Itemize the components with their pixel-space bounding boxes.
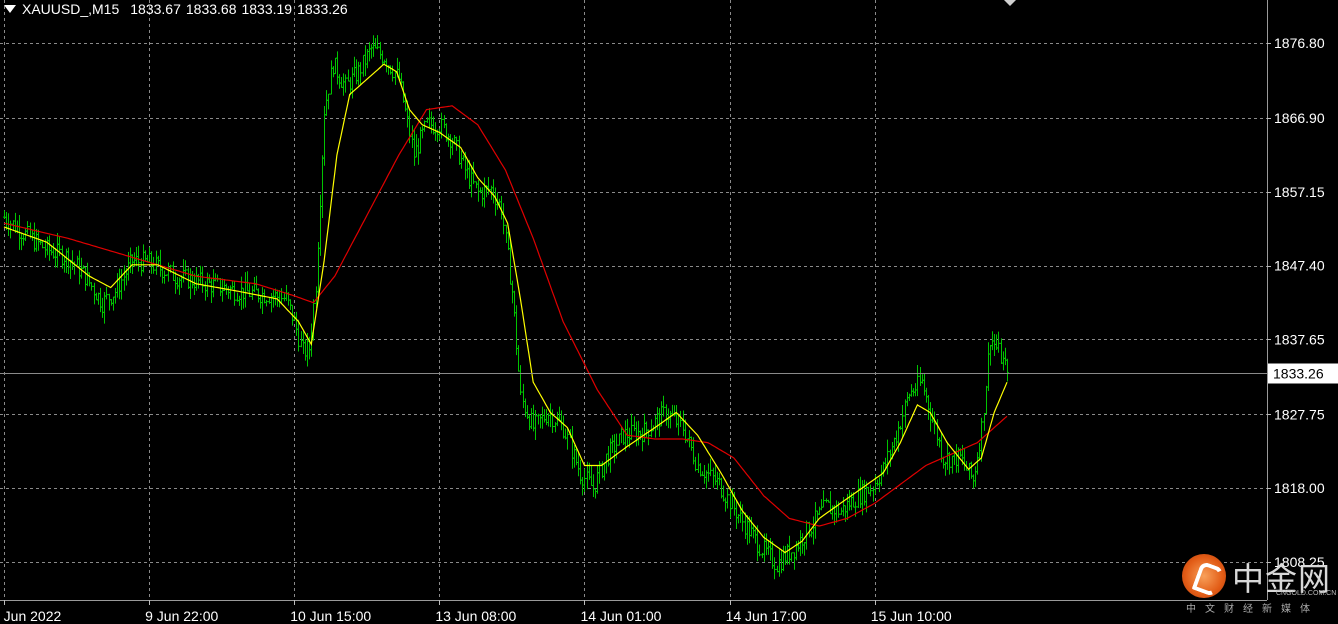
high-value: 1833.68 xyxy=(185,1,237,17)
low-value: 1833.19 xyxy=(241,1,293,17)
y-tick-label: 1857.15 xyxy=(1274,184,1325,200)
y-tick-label: 1847.40 xyxy=(1274,258,1325,274)
y-tick-label: 1827.75 xyxy=(1274,406,1325,422)
dropdown-triangle-icon[interactable] xyxy=(4,5,16,13)
price-axis[interactable]: 1876.80 1866.90 1857.15 1847.40 1837.65 1827.… xyxy=(1267,35,1338,570)
current-price-tag-label: 1833.26 xyxy=(1273,366,1324,382)
x-tick-label: 9 Jun 22:00 xyxy=(145,608,218,624)
x-tick-label: 14 Jun 17:00 xyxy=(726,608,807,624)
watermark: 中金网 CNGOLD.COM.CN 中文财经新媒体 xyxy=(1180,552,1336,622)
x-tick-label: 15 Jun 10:00 xyxy=(871,608,952,624)
x-tick-label: 9 Jun 2022 xyxy=(0,608,61,624)
x-tick-label: 10 Jun 15:00 xyxy=(290,608,371,624)
scroll-marker-icon[interactable] xyxy=(1004,0,1016,6)
watermark-sub-text: 中文财经新媒体 xyxy=(1186,604,1319,615)
y-tick-label: 1837.65 xyxy=(1274,331,1325,347)
grid xyxy=(0,0,1267,600)
x-tick-label: 13 Jun 08:00 xyxy=(435,608,516,624)
price-bars xyxy=(3,35,1009,580)
time-axis[interactable]: 9 Jun 2022 9 Jun 22:00 10 Jun 15:00 13 Jun … xyxy=(0,600,952,624)
price-chart[interactable]: 1876.80 1866.90 1857.15 1847.40 1837.65 1827.… xyxy=(0,0,1338,624)
y-tick-label: 1876.80 xyxy=(1274,35,1325,51)
ma-fast-line xyxy=(3,63,1008,554)
open-value: 1833.67 xyxy=(130,1,181,17)
chart-header: XAUUSD_,M15 1833.67 1833.68 1833.19 1833… xyxy=(0,0,353,18)
x-tick-label: 14 Jun 01:00 xyxy=(580,608,661,624)
ma-slow-line xyxy=(3,105,1008,527)
y-tick-label: 1866.90 xyxy=(1274,110,1325,126)
cngold-logo-icon xyxy=(1182,554,1226,598)
close-value: 1833.26 xyxy=(297,1,348,17)
symbol-label: XAUUSD_,M15 xyxy=(22,1,120,17)
watermark-url-text: CNGOLD.COM.CN xyxy=(1276,590,1337,597)
y-tick-label: 1818.00 xyxy=(1274,480,1325,496)
